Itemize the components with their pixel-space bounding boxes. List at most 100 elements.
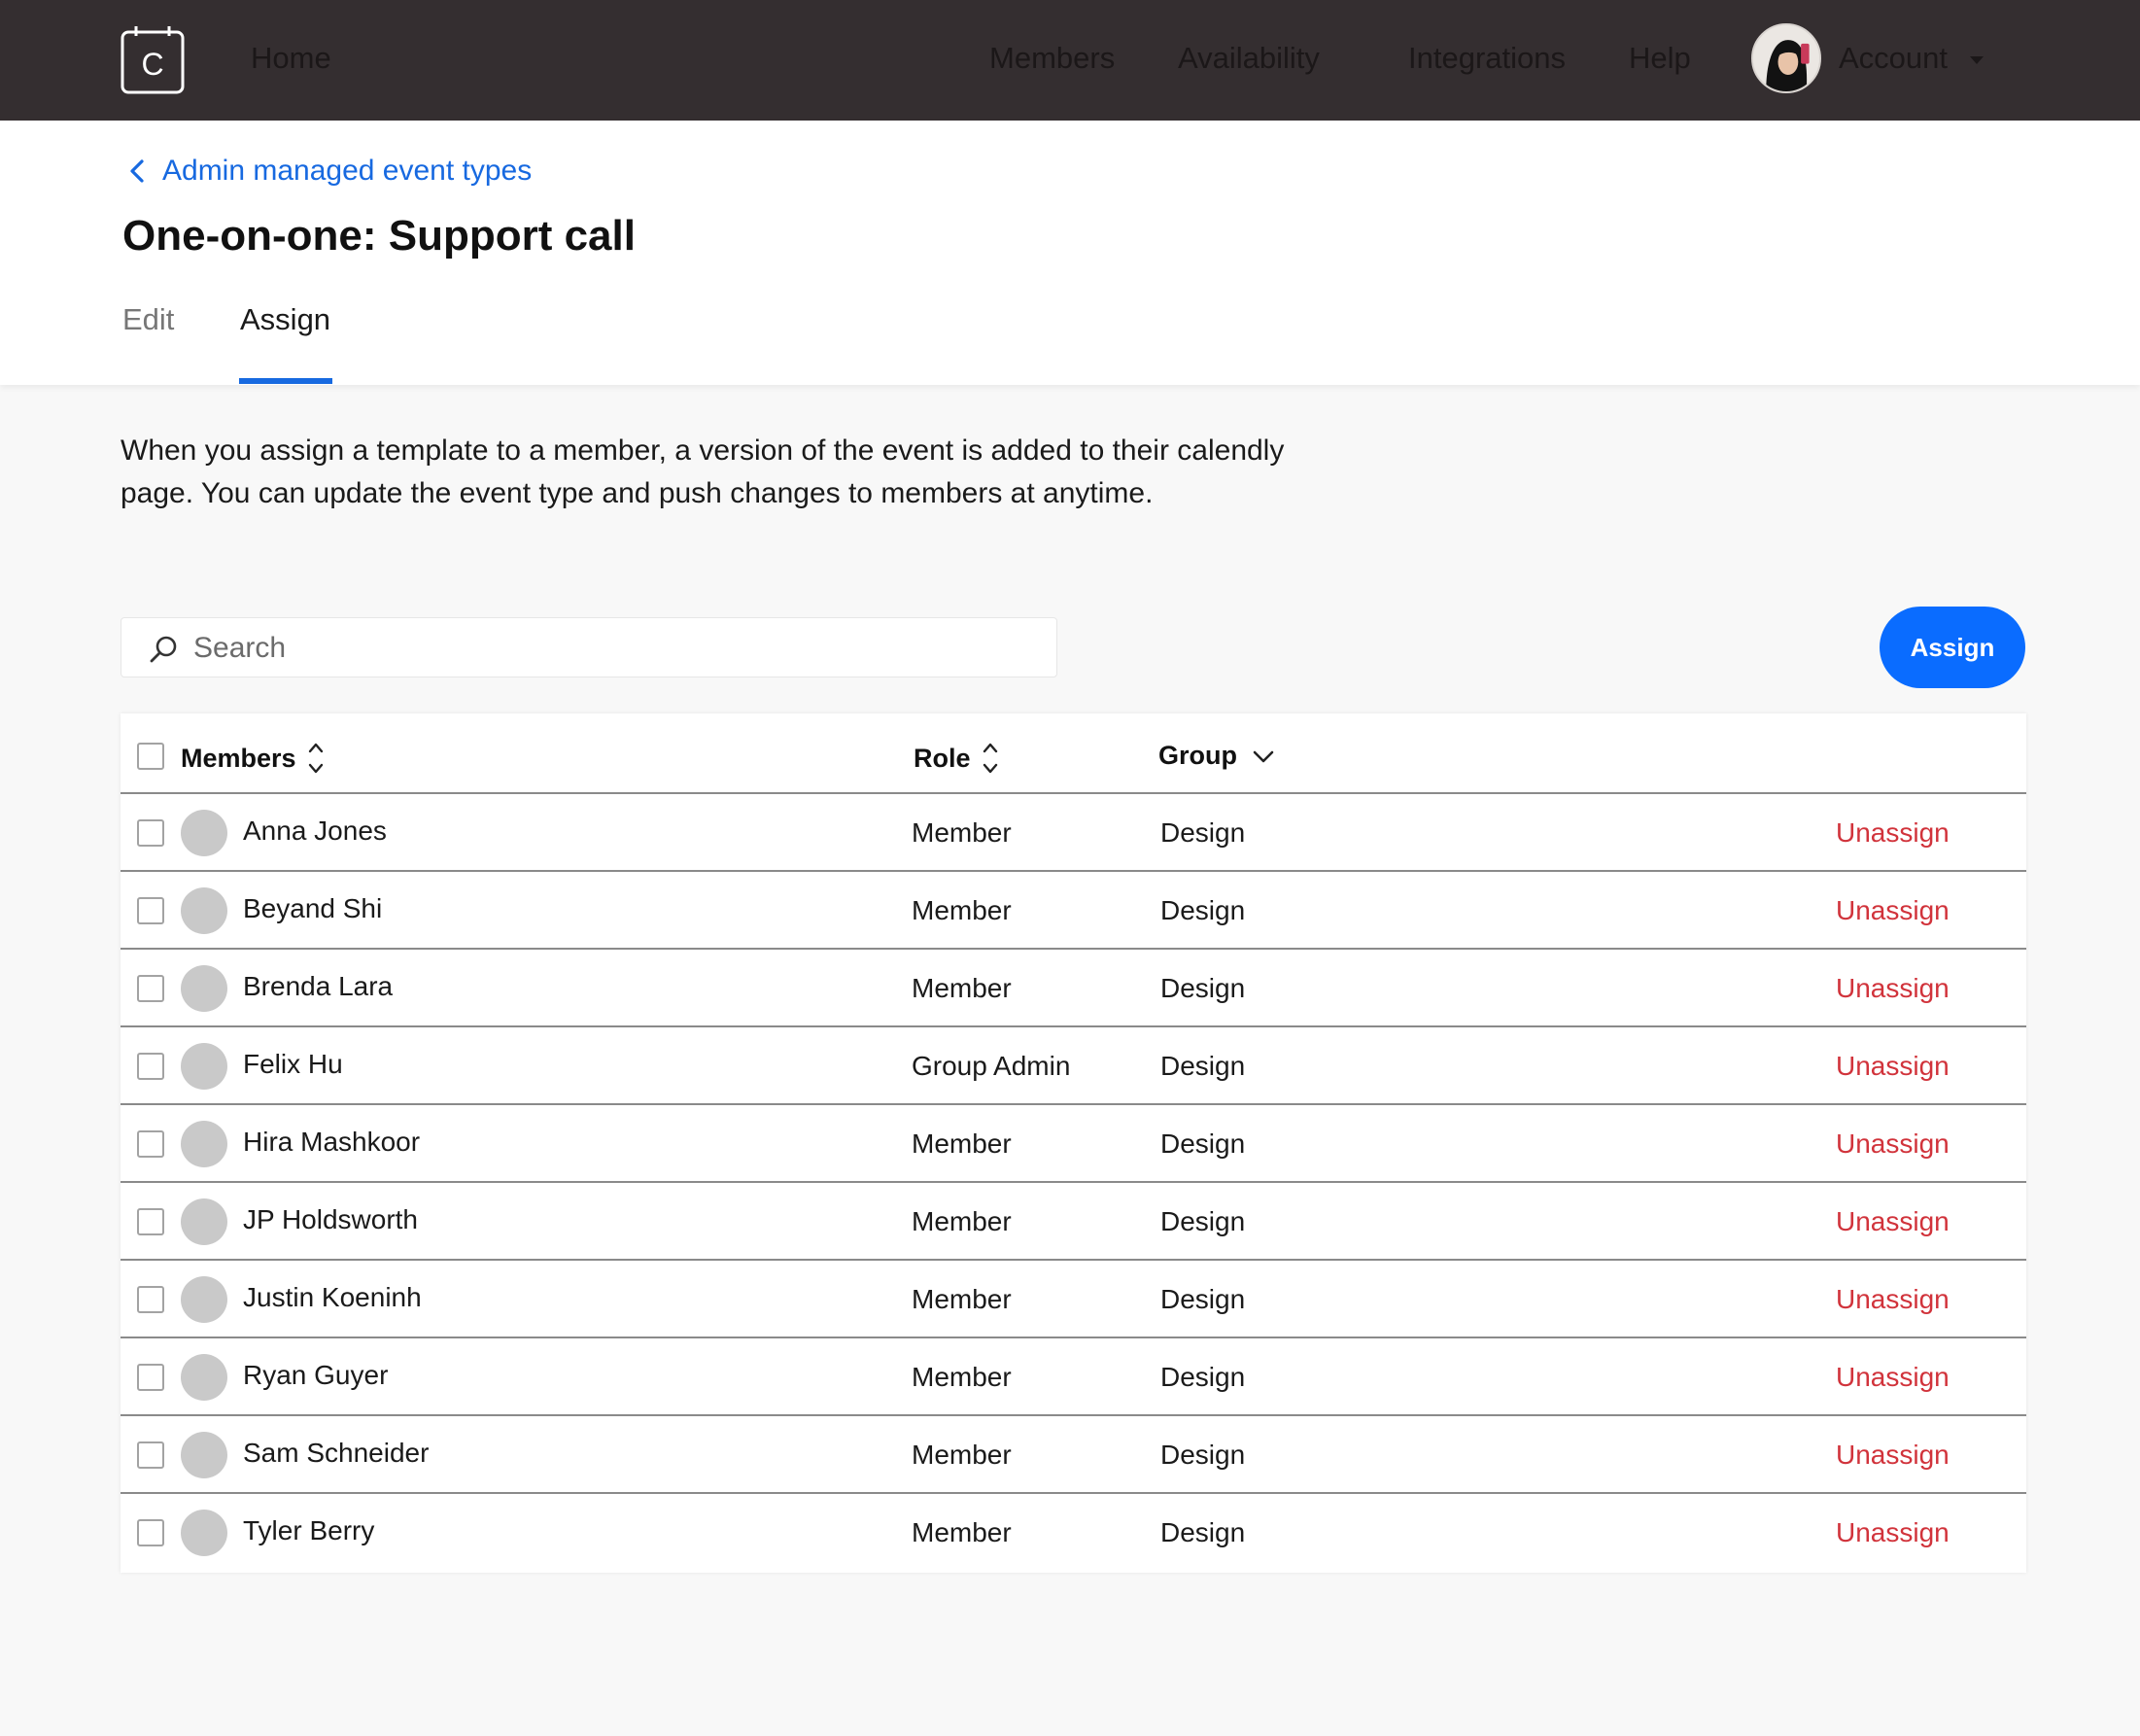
member-role: Member bbox=[912, 1206, 1012, 1236]
unassign-link[interactable]: Unassign bbox=[1836, 1440, 1950, 1471]
table-row: Beyand Shi Member Design Unassign bbox=[121, 872, 2026, 950]
user-photo-icon bbox=[1753, 25, 1819, 91]
member-name: JP Holdsworth bbox=[243, 1204, 419, 1234]
unassign-link[interactable]: Unassign bbox=[1836, 817, 1950, 849]
table-row: Sam Schneider Member Design Unassign bbox=[121, 1416, 2026, 1494]
member-avatar bbox=[181, 1510, 227, 1556]
assign-description: When you assign a template to a member, … bbox=[121, 434, 1285, 509]
member-avatar bbox=[181, 1432, 227, 1478]
unassign-link[interactable]: Unassign bbox=[1836, 1517, 1950, 1548]
nav-members[interactable]: Members bbox=[989, 41, 1115, 76]
member-role: Member bbox=[912, 1362, 1012, 1392]
member-name: Tyler Berry bbox=[243, 1515, 375, 1545]
row-checkbox[interactable] bbox=[137, 1441, 164, 1469]
nav-help[interactable]: Help bbox=[1629, 41, 1691, 76]
account-caret-icon[interactable] bbox=[1970, 56, 1984, 64]
row-checkbox[interactable] bbox=[137, 975, 164, 1002]
table-header: Members Role Group bbox=[121, 713, 2026, 794]
member-group: Design bbox=[1160, 1284, 1246, 1314]
unassign-link[interactable]: Unassign bbox=[1836, 1362, 1950, 1393]
member-role: Member bbox=[912, 973, 1012, 1003]
row-checkbox[interactable] bbox=[137, 1208, 164, 1235]
page-title: One-on-one: Support call bbox=[122, 212, 636, 260]
row-checkbox[interactable] bbox=[137, 819, 164, 847]
unassign-link[interactable]: Unassign bbox=[1836, 1128, 1950, 1160]
nav-availability[interactable]: Availability bbox=[1178, 41, 1320, 76]
member-role: Member bbox=[912, 1440, 1012, 1470]
tab-edit[interactable]: Edit bbox=[122, 302, 174, 337]
search-box[interactable] bbox=[121, 617, 1057, 677]
member-name: Justin Koeninh bbox=[243, 1282, 422, 1312]
member-name: Ryan Guyer bbox=[243, 1360, 389, 1390]
member-avatar bbox=[181, 810, 227, 856]
table-row: Felix Hu Group Admin Design Unassign bbox=[121, 1027, 2026, 1105]
logo-letter: C bbox=[141, 47, 163, 82]
chevron-down-icon[interactable] bbox=[1251, 746, 1276, 766]
search-icon bbox=[150, 636, 177, 663]
column-header-group-label: Group bbox=[1158, 741, 1237, 770]
table-row: Ryan Guyer Member Design Unassign bbox=[121, 1338, 2026, 1416]
member-group: Design bbox=[1160, 1517, 1246, 1547]
nav-integrations[interactable]: Integrations bbox=[1408, 41, 1566, 76]
member-role: Member bbox=[912, 817, 1012, 848]
top-nav: C Home Members Availability Integrations… bbox=[0, 0, 2140, 121]
row-checkbox[interactable] bbox=[137, 1286, 164, 1313]
table-row: Tyler Berry Member Design Unassign bbox=[121, 1494, 2026, 1572]
member-name: Felix Hu bbox=[243, 1049, 343, 1079]
members-table: Members Role Group Anna Jones Member Desig… bbox=[121, 713, 2026, 1573]
row-checkbox[interactable] bbox=[137, 1130, 164, 1158]
member-group: Design bbox=[1160, 1440, 1246, 1470]
member-role: Member bbox=[912, 895, 1012, 925]
member-name: Sam Schneider bbox=[243, 1438, 430, 1468]
member-avatar bbox=[181, 1354, 227, 1401]
column-header-members[interactable]: Members bbox=[181, 741, 324, 776]
member-role: Group Admin bbox=[912, 1051, 1071, 1081]
nav-home[interactable]: Home bbox=[251, 41, 331, 76]
member-group: Design bbox=[1160, 1128, 1246, 1159]
table-row: Anna Jones Member Design Unassign bbox=[121, 794, 2026, 872]
calendar-logo-icon[interactable]: C bbox=[121, 26, 185, 94]
breadcrumb-back-link[interactable]: Admin managed event types bbox=[129, 152, 532, 191]
table-row: Hira Mashkoor Member Design Unassign bbox=[121, 1105, 2026, 1183]
table-row: JP Holdsworth Member Design Unassign bbox=[121, 1183, 2026, 1261]
table-row: Justin Koeninh Member Design Unassign bbox=[121, 1261, 2026, 1338]
member-avatar bbox=[181, 1043, 227, 1090]
member-avatar bbox=[181, 1276, 227, 1323]
select-all-checkbox[interactable] bbox=[137, 743, 164, 770]
unassign-link[interactable]: Unassign bbox=[1836, 1206, 1950, 1237]
tab-assign[interactable]: Assign bbox=[240, 302, 330, 337]
unassign-link[interactable]: Unassign bbox=[1836, 895, 1950, 926]
member-role: Member bbox=[912, 1517, 1012, 1547]
member-name: Hira Mashkoor bbox=[243, 1127, 421, 1157]
row-checkbox[interactable] bbox=[137, 1519, 164, 1546]
unassign-link[interactable]: Unassign bbox=[1836, 1284, 1950, 1315]
column-header-group[interactable]: Group bbox=[1158, 741, 1276, 771]
member-avatar bbox=[181, 1198, 227, 1245]
row-checkbox[interactable] bbox=[137, 897, 164, 924]
unassign-link[interactable]: Unassign bbox=[1836, 1051, 1950, 1082]
search-input[interactable] bbox=[191, 628, 1031, 669]
row-checkbox[interactable] bbox=[137, 1364, 164, 1391]
sort-icon[interactable] bbox=[308, 741, 324, 776]
member-role: Member bbox=[912, 1284, 1012, 1314]
member-avatar bbox=[181, 887, 227, 934]
member-avatar bbox=[181, 965, 227, 1012]
active-tab-indicator bbox=[239, 378, 332, 384]
assign-button[interactable]: Assign bbox=[1880, 607, 2025, 688]
breadcrumb-label: Admin managed event types bbox=[162, 155, 533, 187]
sort-icon[interactable] bbox=[983, 741, 998, 776]
unassign-link[interactable]: Unassign bbox=[1836, 973, 1950, 1004]
member-avatar bbox=[181, 1121, 227, 1167]
column-header-role[interactable]: Role bbox=[914, 741, 998, 776]
column-header-members-label: Members bbox=[181, 743, 296, 773]
row-checkbox[interactable] bbox=[137, 1053, 164, 1080]
member-name: Beyand Shi bbox=[243, 893, 383, 923]
chevron-left-icon bbox=[130, 159, 144, 183]
member-name: Brenda Lara bbox=[243, 971, 394, 1001]
member-group: Design bbox=[1160, 973, 1246, 1003]
member-group: Design bbox=[1160, 895, 1246, 925]
member-group: Design bbox=[1160, 817, 1246, 848]
member-name: Anna Jones bbox=[243, 816, 387, 846]
nav-account[interactable]: Account bbox=[1839, 41, 1948, 76]
account-avatar[interactable] bbox=[1751, 23, 1821, 93]
